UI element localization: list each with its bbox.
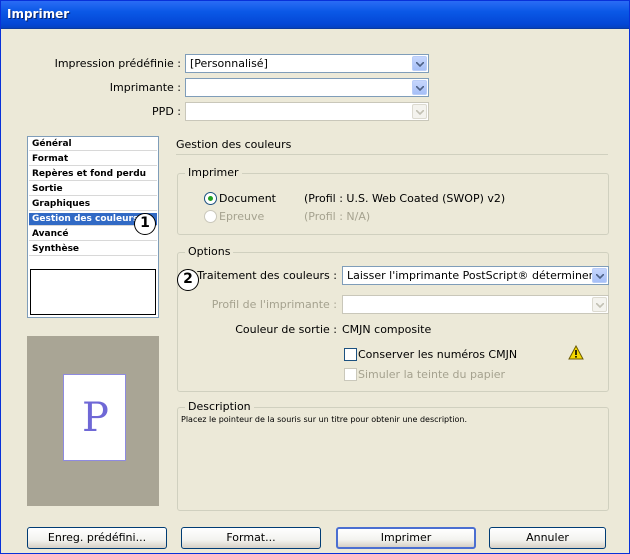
proof-profile: (Profil : N/A)	[304, 210, 371, 223]
printer-profile-label: Profil de l'imprimante :	[211, 298, 337, 311]
sidebar-item-graphics[interactable]: Graphiques	[29, 198, 157, 211]
ppd-label: PPD :	[152, 105, 181, 118]
callout-1: 1	[134, 213, 156, 235]
document-radio[interactable]	[204, 192, 217, 205]
title-bar[interactable]: Imprimer	[1, 1, 629, 29]
preview-page: P	[63, 374, 126, 461]
sidebar-item-marks-bleed[interactable]: Repères et fond perdu	[29, 168, 157, 181]
proof-radio[interactable]	[204, 210, 217, 223]
document-label: Document	[219, 192, 276, 205]
proof-label: Epreuve	[219, 210, 265, 223]
ppd-dropdown[interactable]	[185, 102, 429, 121]
preserve-cmyk-checkbox[interactable]	[344, 348, 357, 361]
color-handling-value: Laisser l'imprimante PostScript® détermi…	[347, 269, 593, 282]
save-preset-button[interactable]: Enreg. prédéfini...	[27, 527, 167, 549]
output-color-label: Couleur de sortie :	[235, 323, 337, 336]
chevron-down-icon[interactable]	[592, 268, 607, 283]
options-group-title: Options	[185, 245, 234, 258]
simulate-paper-label: Simuler la teinte du papier	[358, 368, 506, 381]
printer-label: Imprimante :	[109, 81, 181, 94]
description-text: Placez le pointeur de la souris sur un t…	[181, 415, 467, 424]
window-title: Imprimer	[7, 7, 70, 21]
preview-letter: P	[82, 395, 109, 441]
print-dialog: Imprimer Impression prédéfinie : [Person…	[0, 0, 630, 554]
format-button[interactable]: Format...	[181, 527, 321, 549]
page-preview: P	[27, 336, 159, 506]
sidebar-item-general[interactable]: Général	[29, 138, 157, 151]
preset-label: Impression prédéfinie :	[54, 57, 181, 70]
chevron-down-icon[interactable]	[592, 297, 607, 312]
output-color-value: CMJN composite	[342, 323, 432, 336]
document-profile: (Profil : U.S. Web Coated (SWOP) v2)	[304, 192, 506, 205]
print-button[interactable]: Imprimer	[336, 527, 476, 549]
printer-dropdown[interactable]	[185, 78, 429, 97]
chevron-down-icon[interactable]	[412, 56, 427, 71]
description-group-title: Description	[185, 400, 254, 413]
chevron-down-icon[interactable]	[412, 104, 427, 119]
printer-profile-dropdown[interactable]	[342, 295, 609, 314]
sidebar-item-format[interactable]: Format	[29, 153, 157, 166]
list-blank-area	[30, 269, 156, 315]
sidebar-item-output[interactable]: Sortie	[29, 183, 157, 196]
simulate-paper-checkbox[interactable]	[344, 368, 357, 381]
warning-icon	[568, 344, 584, 363]
section-title: Gestion des couleurs	[176, 138, 292, 151]
print-group-title: Imprimer	[185, 166, 242, 179]
preserve-cmyk-label: Conserver les numéros CMJN	[358, 348, 518, 361]
preset-value: [Personnalisé]	[190, 57, 268, 70]
cancel-button[interactable]: Annuler	[489, 527, 606, 549]
color-handling-label: Traitement des couleurs :	[197, 269, 337, 282]
preset-dropdown[interactable]: [Personnalisé]	[185, 54, 429, 73]
color-handling-dropdown[interactable]: Laisser l'imprimante PostScript® détermi…	[342, 266, 609, 285]
chevron-down-icon[interactable]	[412, 80, 427, 95]
section-divider	[176, 154, 608, 155]
sidebar-item-summary[interactable]: Synthèse	[29, 243, 157, 256]
